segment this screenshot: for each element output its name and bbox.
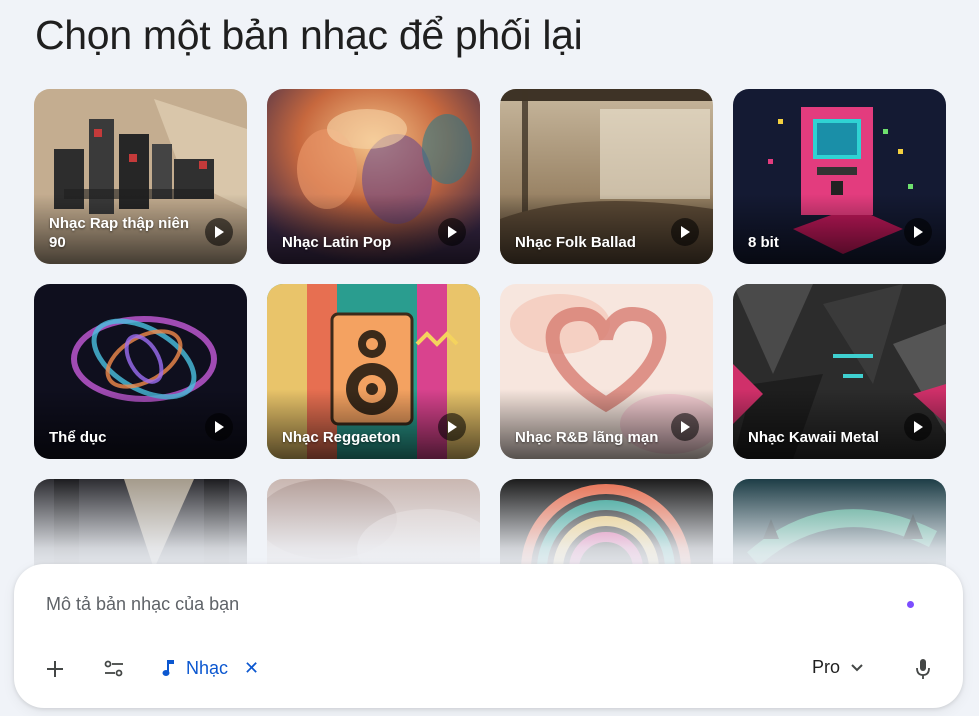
play-icon[interactable] [205, 218, 233, 246]
track-card-rap-90s[interactable]: Nhạc Rap thập niên 90 [34, 89, 247, 264]
track-card-label: Nhạc Folk Ballad [515, 234, 636, 251]
play-icon[interactable] [205, 413, 233, 441]
track-card-reggaeton[interactable]: Nhạc Reggaeton [267, 284, 480, 459]
track-card-label: Nhạc Rap thập niên 90 [49, 215, 190, 251]
track-card-label: Nhạc Reggaeton [282, 429, 401, 446]
status-dot [907, 601, 914, 608]
model-selector[interactable]: Pro [812, 657, 864, 678]
track-card-label: Nhạc Kawaii Metal [748, 429, 879, 446]
chip-label: Nhạc [186, 657, 229, 678]
music-chip[interactable]: Nhạc ✕ [162, 652, 259, 684]
play-icon[interactable] [438, 218, 466, 246]
play-icon[interactable] [904, 413, 932, 441]
close-icon[interactable]: ✕ [244, 658, 259, 679]
track-card-rnb[interactable]: Nhạc R&B lãng mạn [500, 284, 713, 459]
music-note-icon [162, 660, 174, 676]
page-title: Chọn một bản nhạc để phối lại [35, 12, 583, 58]
prompt-input[interactable]: Mô tả bản nhạc của bạn [46, 594, 239, 615]
mic-icon [916, 659, 930, 679]
track-card-label: Thể dục [49, 429, 107, 446]
play-icon[interactable] [671, 218, 699, 246]
plus-icon [47, 661, 63, 677]
play-icon[interactable] [438, 413, 466, 441]
track-card-kawaii-metal[interactable]: Nhạc Kawaii Metal [733, 284, 946, 459]
play-icon[interactable] [904, 218, 932, 246]
prompt-composer: Mô tả bản nhạc của bạn Nhạc ✕ Pro [14, 564, 963, 708]
track-card-label: 8 bit [748, 234, 779, 251]
track-card-8-bit[interactable]: 8 bit [733, 89, 946, 264]
track-card-the-duc[interactable]: Thể dục [34, 284, 247, 459]
tune-icon [104, 660, 123, 677]
model-label: Pro [812, 657, 841, 677]
track-card-folk-ballad[interactable]: Nhạc Folk Ballad [500, 89, 713, 264]
track-card-latin-pop[interactable]: Nhạc Latin Pop [267, 89, 480, 264]
mic-button[interactable] [903, 649, 943, 689]
tools-button[interactable] [94, 649, 134, 689]
chevron-down-icon [851, 663, 863, 671]
add-button[interactable] [35, 649, 75, 689]
track-card-label: Nhạc Latin Pop [282, 234, 392, 251]
track-card-label: Nhạc R&B lãng mạn [515, 429, 659, 446]
play-icon[interactable] [671, 413, 699, 441]
